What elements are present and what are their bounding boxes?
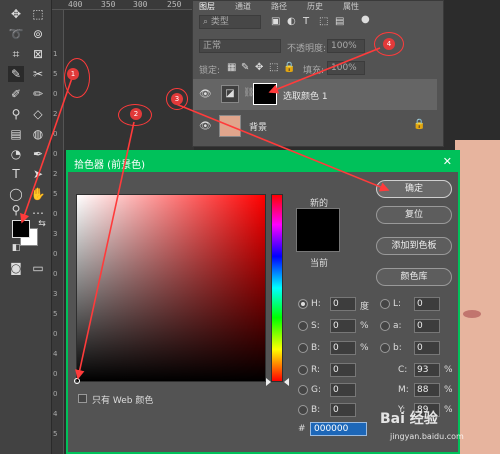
annotation-badge-2: 2	[130, 108, 142, 120]
annotation-badge-1: 1	[67, 68, 79, 80]
annotation-badge-3: 3	[171, 93, 183, 105]
annotation-arrow-2	[75, 121, 135, 380]
annotation-arrow-4	[268, 47, 381, 94]
annotation-badge-4: 4	[383, 38, 395, 50]
baidu-watermark-url: jingyan.baidu.com	[390, 432, 464, 441]
annotation-arrow-3	[175, 103, 390, 192]
photoshop-workspace: ✥ ⬚ ➰ ⊚ ⌗ ⊠ ✎ ✂ ✐ ✏ ⚲ ◇ ▤ ◍ ◔ ✒ T ➤ ◯ ✋ …	[0, 0, 500, 454]
baidu-watermark: Bai 经验	[380, 411, 438, 427]
annotation-arrow-1	[20, 77, 73, 224]
